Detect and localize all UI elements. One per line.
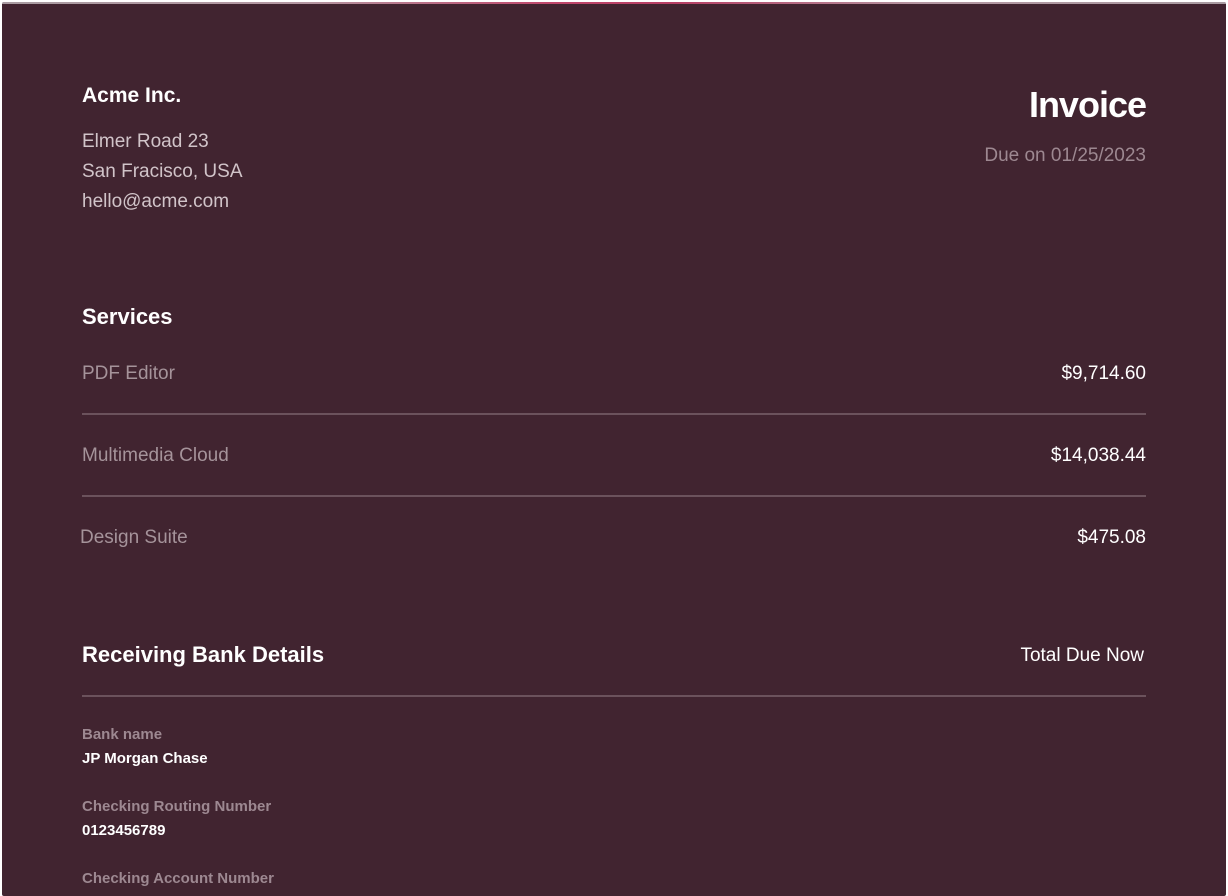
row-divider bbox=[82, 413, 1146, 415]
account-number-label: Checking Account Number bbox=[82, 870, 274, 887]
company-name: Acme Inc. bbox=[82, 84, 182, 107]
service-row: PDF Editor $9,714.60 bbox=[82, 363, 1146, 445]
service-row: Design Suite $475.08 bbox=[80, 527, 1146, 609]
routing-number-value: 0123456789 bbox=[82, 822, 166, 839]
bank-details-heading: Receiving Bank Details bbox=[82, 642, 325, 667]
service-price: $9,714.60 bbox=[1061, 363, 1146, 384]
service-name: Multimedia Cloud bbox=[82, 445, 229, 466]
service-name: Design Suite bbox=[80, 527, 188, 548]
routing-number-label: Checking Routing Number bbox=[82, 798, 272, 815]
invoice-title: Invoice bbox=[1028, 84, 1147, 125]
row-divider bbox=[82, 495, 1146, 497]
company-address-line1: Elmer Road 23 bbox=[82, 131, 209, 152]
service-row: Multimedia Cloud $14,038.44 bbox=[82, 445, 1146, 527]
bank-name-label: Bank name bbox=[82, 726, 163, 743]
due-date: Due on 01/25/2023 bbox=[984, 145, 1146, 166]
company-email: hello@acme.com bbox=[82, 191, 230, 212]
total-due-label: Total Due Now bbox=[1020, 645, 1144, 666]
top-accent-bar bbox=[2, 2, 1226, 4]
services-heading: Services bbox=[82, 304, 173, 329]
company-address-line2: San Fracisco, USA bbox=[82, 161, 243, 182]
service-price: $14,038.44 bbox=[1050, 445, 1146, 466]
bank-name-value: JP Morgan Chase bbox=[82, 750, 208, 767]
invoice-card: Acme Inc. Elmer Road 23 San Fracisco, US… bbox=[2, 2, 1226, 896]
service-name: PDF Editor bbox=[82, 363, 175, 384]
bank-divider bbox=[82, 695, 1146, 697]
service-price: $475.08 bbox=[1077, 527, 1146, 548]
